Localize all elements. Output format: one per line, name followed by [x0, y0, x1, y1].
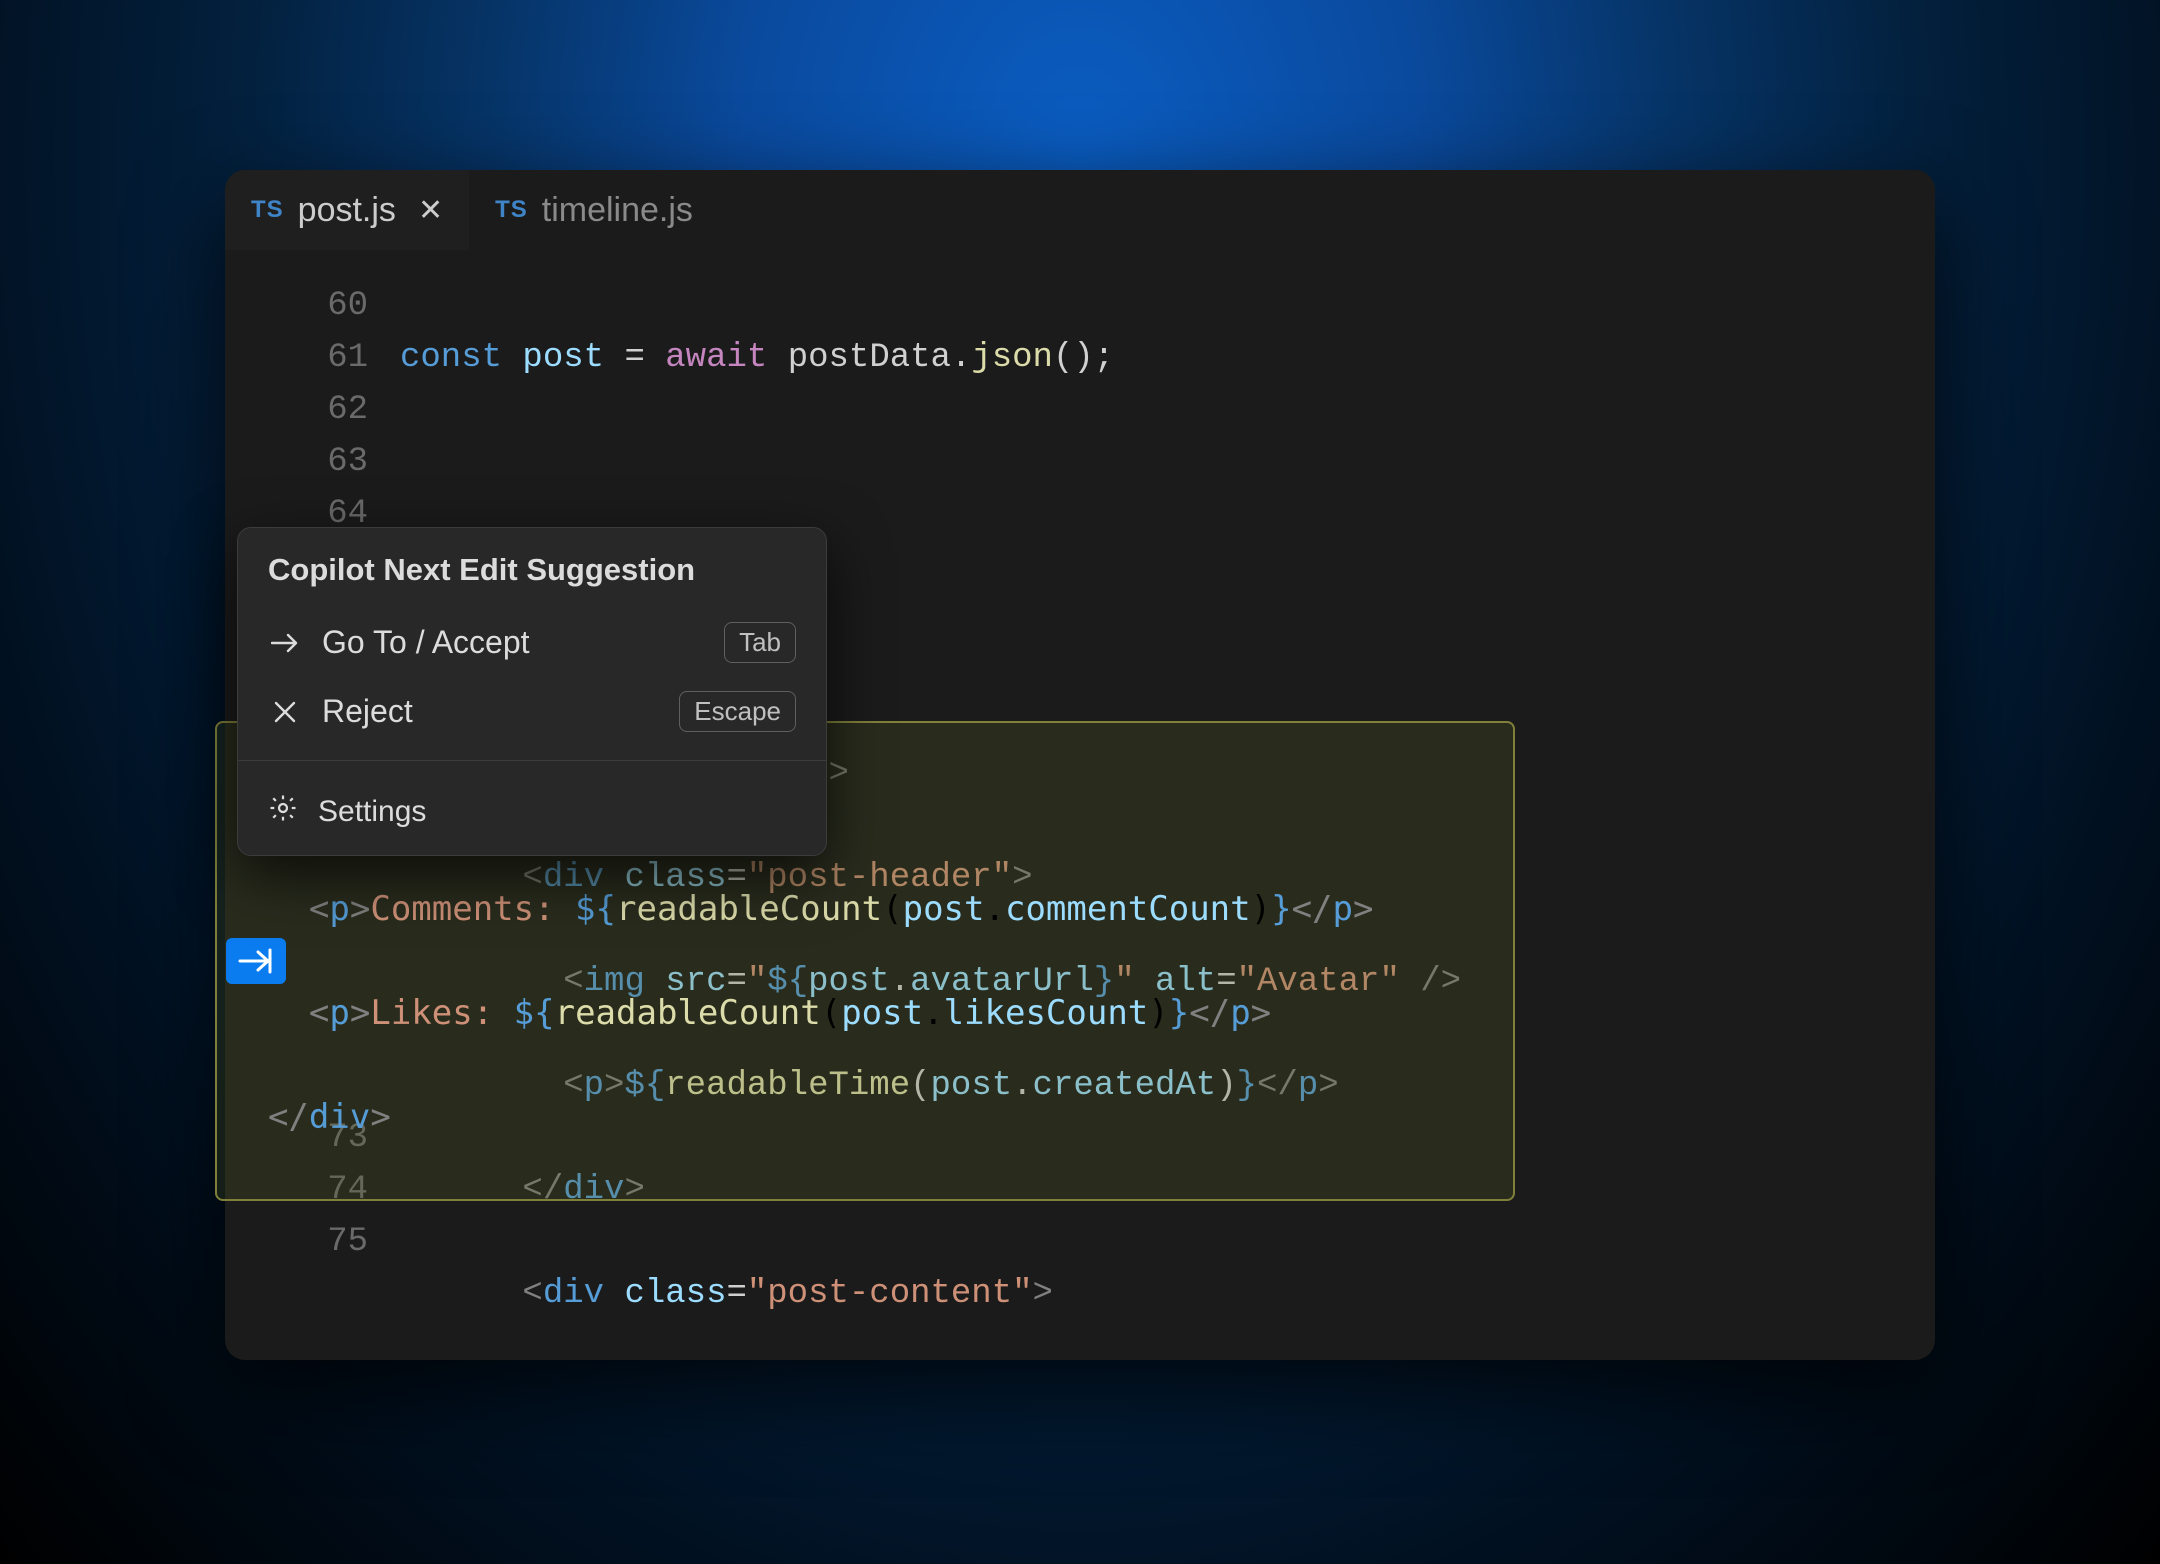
action-label: Reject — [322, 693, 659, 730]
action-label: Settings — [318, 795, 426, 829]
action-label: Go To / Accept — [322, 624, 704, 661]
ts-icon: TS — [251, 196, 284, 224]
next-edit-gutter-arrow-icon[interactable] — [226, 938, 286, 984]
tab-bar: TS post.js ✕ TS timeline.js — [225, 170, 1935, 250]
gear-icon — [268, 793, 298, 831]
tab-post-js[interactable]: TS post.js ✕ — [225, 170, 469, 250]
tab-label: timeline.js — [542, 191, 693, 230]
ts-icon: TS — [495, 196, 528, 224]
copilot-suggestion-popover: Copilot Next Edit Suggestion Go To / Acc… — [237, 527, 827, 856]
goto-accept-action[interactable]: Go To / Accept Tab — [238, 608, 826, 677]
arrow-right-icon — [268, 633, 302, 653]
close-icon[interactable]: ✕ — [418, 193, 443, 228]
keyboard-hint: Tab — [724, 622, 796, 663]
close-icon — [268, 701, 302, 723]
settings-action[interactable]: Settings — [238, 775, 826, 855]
keyboard-hint: Escape — [679, 691, 796, 732]
reject-action[interactable]: Reject Escape — [238, 677, 826, 746]
popover-title: Copilot Next Edit Suggestion — [238, 528, 826, 608]
tab-label: post.js — [298, 191, 396, 230]
separator — [238, 760, 826, 761]
tab-timeline-js[interactable]: TS timeline.js — [469, 170, 719, 250]
